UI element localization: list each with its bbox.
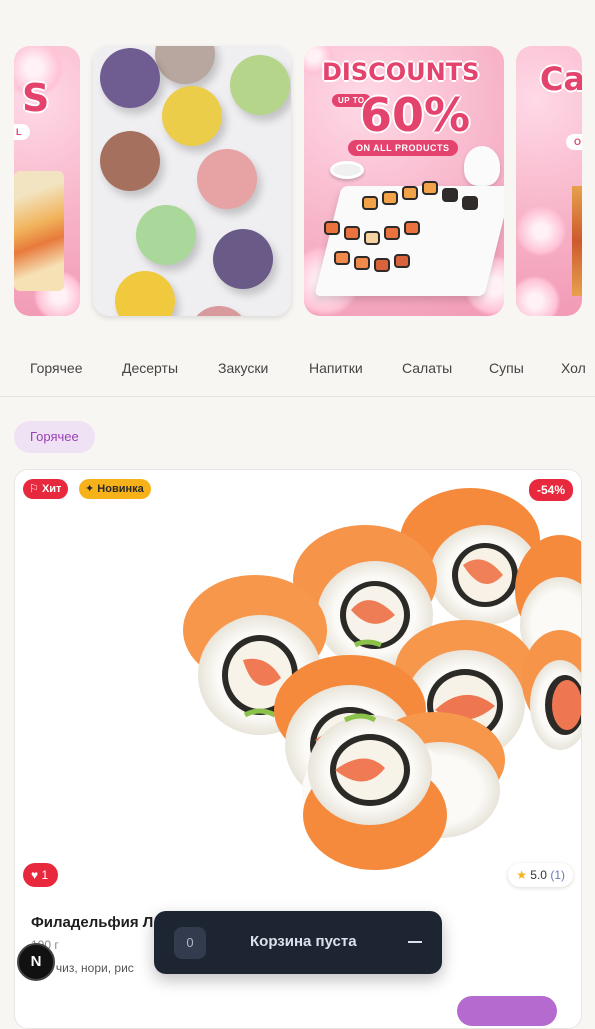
sushi-roll-image [402, 186, 418, 200]
banner-subline: ON ALL PRODUCTS [348, 140, 458, 156]
banner-headline: DISCOUNTS [322, 58, 480, 86]
sushi-roll-image [324, 221, 340, 235]
sushi-rolls-image [183, 488, 581, 870]
tab-desserts[interactable]: Десерты [122, 360, 178, 376]
sauce-bowl-image [330, 161, 364, 179]
mochi-image [136, 205, 196, 265]
section-heading-chip: Горячее [14, 421, 95, 453]
blossom-decoration [516, 276, 560, 316]
mochi-image [115, 271, 175, 316]
sparkle-icon: ✦ [85, 483, 95, 495]
dev-tools-button[interactable]: N [17, 943, 55, 981]
sushi-roll-image [344, 226, 360, 240]
teapot-image [464, 146, 500, 186]
sushi-roll-image [364, 231, 380, 245]
sushi-roll-image [442, 188, 458, 202]
tab-drinks[interactable]: Напитки [309, 360, 363, 376]
rating-value: 5.0 [530, 868, 547, 882]
promo-banner-partial-left[interactable]: S L [14, 46, 80, 316]
mochi-image [162, 86, 222, 146]
product-title[interactable]: Филадельфия Л [31, 914, 153, 931]
mochi-image [155, 46, 215, 84]
mochi-image [197, 149, 257, 209]
banner-right-pill: O [566, 134, 582, 150]
category-tabs: Горячее Десерты Закуски Напитки Салаты С… [0, 348, 595, 388]
promo-banner-mochi[interactable] [93, 46, 291, 316]
sushi-roll-image [404, 221, 420, 235]
add-to-cart-button[interactable] [457, 996, 557, 1026]
mochi-image [100, 48, 160, 108]
product-image[interactable] [15, 470, 581, 900]
promo-banner-carousel[interactable]: S L DISCOUNTS UP TO 60% ON ALL PRODUCTS [0, 0, 595, 330]
mochi-image [189, 306, 249, 316]
discount-badge: -54% [528, 479, 573, 501]
new-badge-label: Новинка [97, 483, 144, 495]
sushi-roll-image [394, 254, 410, 268]
banner-left-text: S [22, 76, 50, 120]
sushi-roll-image [422, 181, 438, 195]
sushi-roll-image [14, 171, 64, 291]
tab-snacks[interactable]: Закуски [218, 360, 268, 376]
sushi-roll-image [362, 196, 378, 210]
tab-cold[interactable]: Хол [561, 360, 586, 376]
star-icon: ★ [516, 868, 527, 882]
banner-percent: 60% [360, 88, 471, 142]
banner-left-pill: L [14, 124, 30, 140]
cart-bar[interactable]: 0 Корзина пуста [154, 911, 442, 974]
sushi-roll-image [354, 256, 370, 270]
sushi-roll-image [572, 186, 582, 296]
hit-badge-label: Хит [41, 483, 62, 495]
fire-icon: ⚐ [29, 483, 39, 495]
hit-badge: ⚐ Хит [23, 479, 69, 499]
heart-icon: ♥ [31, 868, 39, 882]
tab-salads[interactable]: Салаты [402, 360, 452, 376]
new-badge: ✦ Новинка [79, 479, 151, 499]
mochi-image [213, 229, 273, 289]
category-divider [0, 396, 595, 397]
cart-label: Корзина пуста [250, 933, 357, 950]
like-button[interactable]: ♥ 1 [23, 863, 59, 887]
like-count: 1 [41, 868, 49, 882]
promo-banner-discounts[interactable]: DISCOUNTS UP TO 60% ON ALL PRODUCTS [304, 46, 504, 316]
mochi-image [230, 55, 290, 115]
sushi-roll-image [374, 258, 390, 272]
sushi-roll-image [462, 196, 478, 210]
banner-right-text: Ca [540, 60, 582, 98]
rating-badge: ★ 5.0 (1) [508, 863, 573, 887]
sushi-roll-image [384, 226, 400, 240]
minus-icon[interactable] [408, 941, 422, 943]
promo-banner-partial-right[interactable]: Ca O [516, 46, 582, 316]
rating-count: (1) [550, 868, 565, 882]
sushi-roll-image [382, 191, 398, 205]
mochi-image [100, 131, 160, 191]
blossom-decoration [516, 206, 566, 256]
tab-hot[interactable]: Горячее [30, 360, 83, 376]
sushi-roll-image [334, 251, 350, 265]
cart-count: 0 [174, 927, 206, 959]
tab-soups[interactable]: Супы [489, 360, 524, 376]
